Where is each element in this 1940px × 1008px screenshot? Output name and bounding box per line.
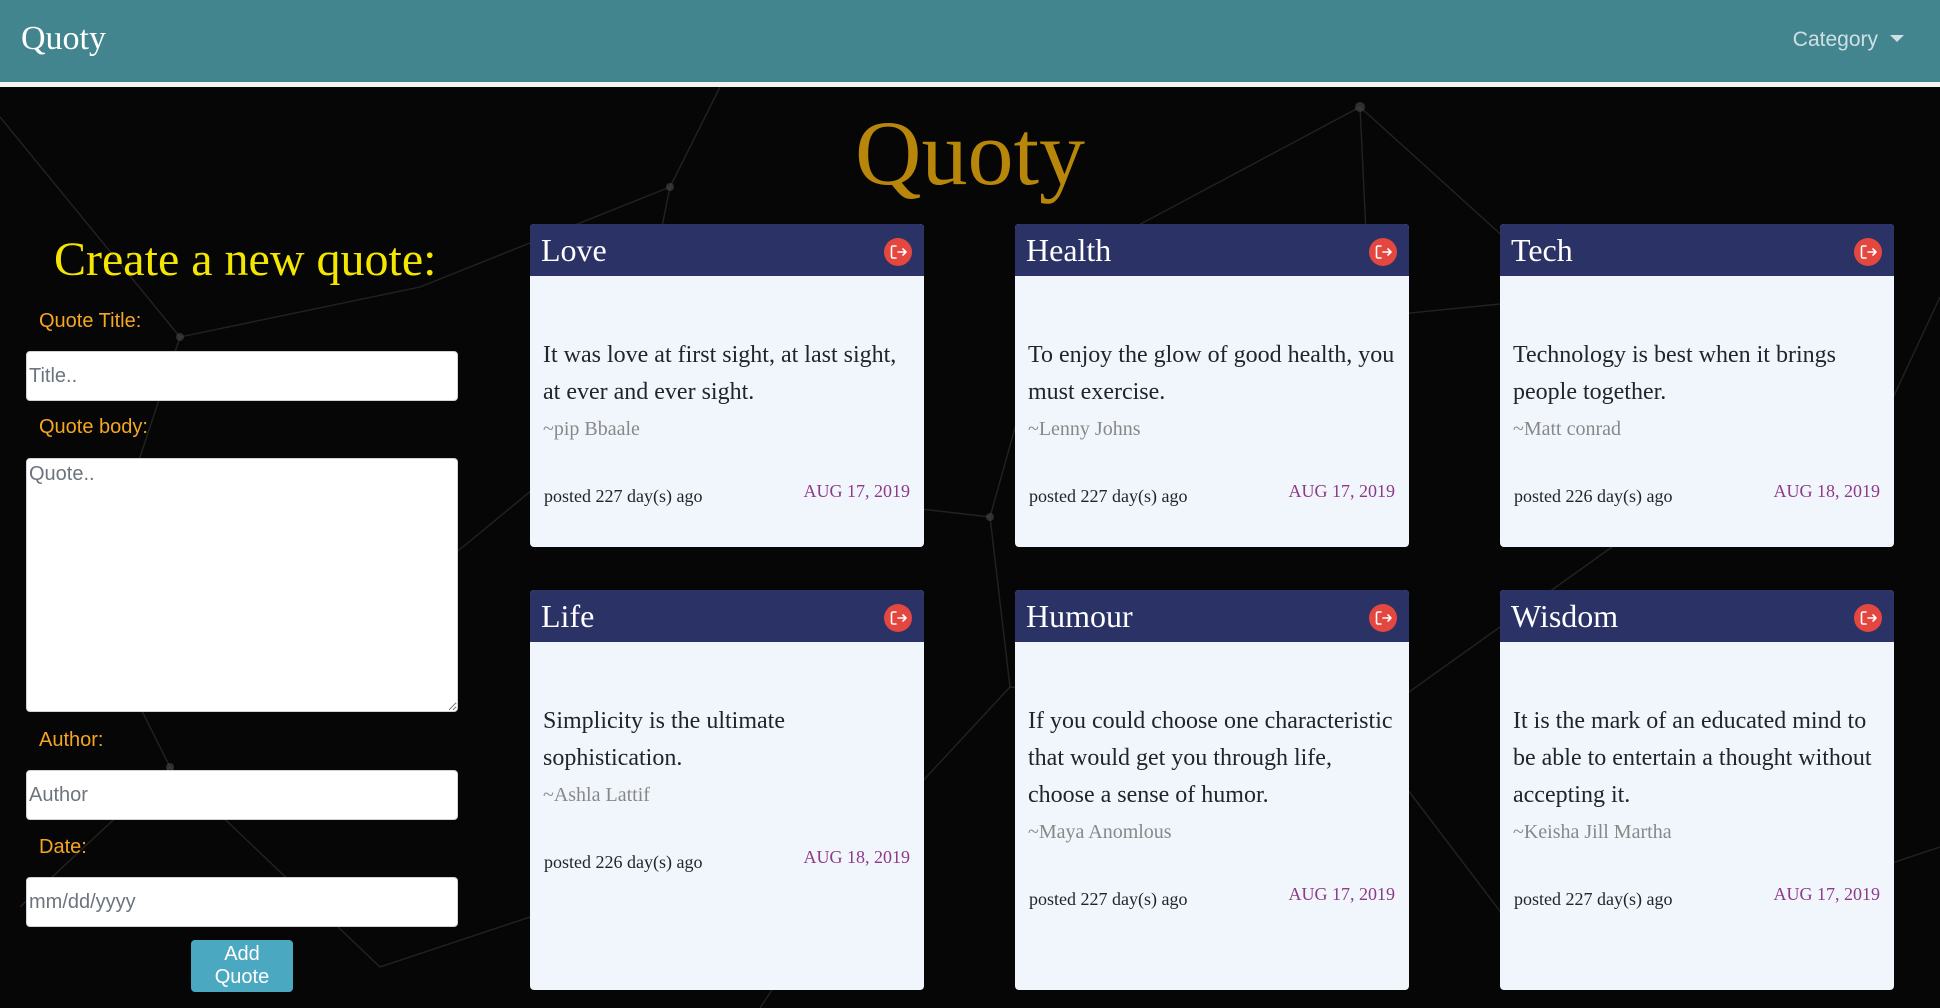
card-body: Technology is best when it brings people… — [1500, 276, 1894, 441]
card-footer: posted 227 day(s) ago AUG 17, 2019 — [1015, 884, 1409, 924]
quote-title-label: Quote Title: — [39, 310, 142, 332]
quote-card-humour: Humour If you could choose one character… — [1015, 590, 1409, 990]
date-input[interactable] — [26, 877, 458, 927]
quote-card-wisdom: Wisdom It is the mark of an educated min… — [1500, 590, 1894, 990]
card-header: Love — [530, 224, 924, 276]
card-header: Humour — [1015, 590, 1409, 642]
card-body: Simplicity is the ultimate sophisticatio… — [530, 642, 924, 807]
posted-date: AUG 18, 2019 — [1773, 481, 1881, 501]
top-navbar: Quoty Category — [0, 0, 1940, 82]
quote-card-tech: Tech Technology is best when it brings p… — [1500, 224, 1894, 547]
quote-author: ~Matt conrad — [1513, 418, 1622, 440]
card-header: Wisdom — [1500, 590, 1894, 642]
quote-body-label: Quote body: — [39, 416, 148, 438]
card-body: To enjoy the glow of good health, you mu… — [1015, 276, 1409, 441]
card-title: Wisdom — [1511, 598, 1619, 634]
card-footer: posted 227 day(s) ago AUG 17, 2019 — [1015, 481, 1409, 521]
card-body: It is the mark of an educated mind to be… — [1500, 642, 1894, 844]
card-footer: posted 226 day(s) ago AUG 18, 2019 — [1500, 481, 1894, 521]
quote-author: ~Lenny Johns — [1028, 418, 1141, 440]
delete-icon[interactable] — [884, 604, 912, 632]
card-body: It was love at first sight, at last sigh… — [530, 276, 924, 441]
quote-text: It is the mark of an educated mind to be… — [1513, 708, 1872, 808]
card-footer: posted 227 day(s) ago AUG 17, 2019 — [530, 481, 924, 521]
author-label: Author: — [39, 729, 104, 751]
posted-ago: posted 227 day(s) ago — [544, 486, 703, 506]
posted-date: AUG 17, 2019 — [1773, 884, 1881, 904]
brand-logo[interactable]: Quoty — [21, 20, 106, 58]
quote-title-input[interactable] — [26, 351, 458, 401]
card-footer: posted 226 day(s) ago AUG 18, 2019 — [530, 847, 924, 887]
card-title: Health — [1026, 232, 1112, 268]
author-input[interactable] — [26, 770, 458, 820]
quote-text: Technology is best when it brings people… — [1513, 342, 1836, 405]
card-title: Love — [541, 232, 607, 268]
posted-ago: posted 227 day(s) ago — [1029, 889, 1188, 909]
add-quote-button[interactable]: Add Quote — [191, 940, 293, 992]
quote-author: ~Keisha Jill Martha — [1513, 821, 1672, 843]
page-title: Quoty — [855, 102, 1085, 204]
posted-ago: posted 227 day(s) ago — [1029, 486, 1188, 506]
delete-icon[interactable] — [1854, 238, 1882, 266]
card-footer: posted 227 day(s) ago AUG 17, 2019 — [1500, 884, 1894, 924]
card-header: Tech — [1500, 224, 1894, 276]
category-label: Category — [1792, 28, 1878, 51]
form-heading: Create a new quote: — [54, 233, 437, 286]
delete-icon[interactable] — [884, 238, 912, 266]
delete-icon[interactable] — [1369, 238, 1397, 266]
quote-author: ~Ashla Lattif — [543, 784, 650, 806]
quote-text: Simplicity is the ultimate sophisticatio… — [543, 708, 785, 771]
delete-icon[interactable] — [1369, 604, 1397, 632]
date-label: Date: — [39, 836, 87, 858]
card-header: Life — [530, 590, 924, 642]
quote-text: If you could choose one characteristic t… — [1028, 708, 1393, 808]
card-body: If you could choose one characteristic t… — [1015, 642, 1409, 844]
posted-date: AUG 17, 2019 — [1288, 481, 1396, 501]
delete-icon[interactable] — [1854, 604, 1882, 632]
quote-card-health: Health To enjoy the glow of good health,… — [1015, 224, 1409, 547]
posted-date: AUG 18, 2019 — [803, 847, 911, 867]
card-title: Life — [541, 598, 595, 634]
posted-ago: posted 227 day(s) ago — [1514, 889, 1673, 909]
posted-date: AUG 17, 2019 — [803, 481, 911, 501]
chevron-down-icon — [1890, 35, 1904, 42]
posted-date: AUG 17, 2019 — [1288, 884, 1396, 904]
card-header: Health — [1015, 224, 1409, 276]
category-dropdown[interactable]: Category — [1793, 28, 1904, 52]
card-title: Humour — [1026, 598, 1133, 634]
quote-author: ~pip Bbaale — [543, 418, 640, 440]
posted-ago: posted 226 day(s) ago — [544, 852, 703, 872]
card-title: Tech — [1511, 232, 1573, 268]
quote-card-love: Love It was love at first sight, at last… — [530, 224, 924, 547]
posted-ago: posted 226 day(s) ago — [1514, 486, 1673, 506]
quote-text: It was love at first sight, at last sigh… — [543, 342, 897, 405]
quote-author: ~Maya Anomlous — [1028, 821, 1172, 843]
quote-text: To enjoy the glow of good health, you mu… — [1028, 342, 1395, 405]
quote-body-textarea[interactable] — [26, 458, 458, 712]
quote-card-life: Life Simplicity is the ultimate sophisti… — [530, 590, 924, 990]
